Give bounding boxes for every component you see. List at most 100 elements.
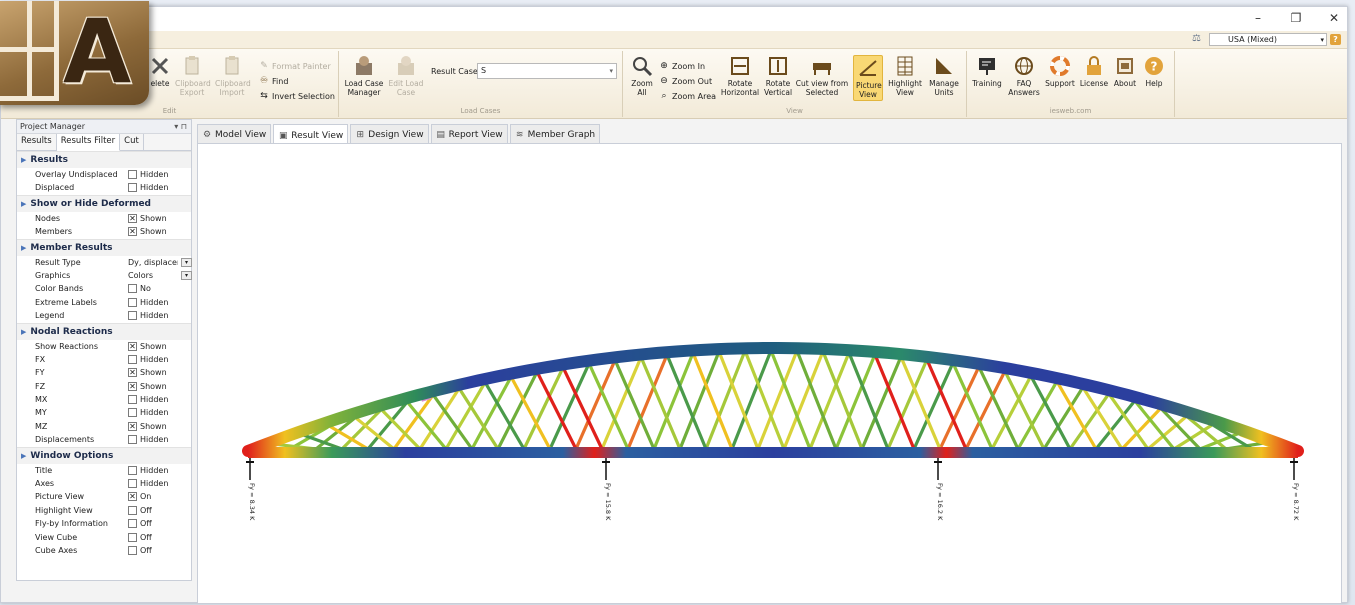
pin-icon[interactable]: ▾ ⊓ [174, 120, 187, 133]
tab-model-view[interactable]: ⚙ Model View [197, 124, 272, 143]
result-view-canvas[interactable]: Fy = 8.34 K Fy = 15.8 K Fy = 16.2 K Fy = 8.… [197, 143, 1342, 604]
checkbox[interactable] [128, 532, 137, 542]
clipboard-export-button[interactable]: Clipboard Export [175, 55, 211, 97]
tab-label: Model View [215, 130, 267, 140]
support-button[interactable]: Support [1043, 55, 1077, 88]
checkbox[interactable] [128, 505, 137, 515]
property-row: FX Hidden [17, 353, 191, 366]
format-painter-button[interactable]: ✎ Format Painter [259, 61, 331, 71]
section-member-results[interactable]: ▶ Member Results [17, 238, 191, 256]
property-row: Result Type Dy, displacem▾ [17, 256, 192, 269]
property-label: Highlight View [35, 505, 93, 515]
panel-tab-results[interactable]: Results [17, 134, 57, 150]
expand-arrow-icon[interactable]: ▶ [21, 452, 26, 460]
help-button[interactable]: ? Help [1141, 55, 1167, 88]
property-value-text: Off [140, 532, 152, 542]
bottom-chord[interactable] [248, 447, 1298, 458]
section-show-or-hide-deformed[interactable]: ▶ Show or Hide Deformed [17, 194, 191, 212]
zoom-area-button[interactable]: ⌕ Zoom Area [659, 91, 716, 101]
rotate-vertical-button[interactable]: Rotate Vertical [763, 55, 793, 97]
edit-load-case-button[interactable]: Edit Load Case [387, 55, 425, 97]
checkbox[interactable] [128, 479, 137, 489]
checkbox[interactable] [128, 465, 137, 475]
group-label-view: View [786, 107, 803, 115]
checkbox[interactable] [128, 170, 137, 179]
expand-arrow-icon[interactable]: ▶ [21, 328, 26, 336]
checkbox[interactable] [128, 435, 137, 445]
group-label-edit: Edit [162, 107, 177, 115]
tab-icon: ⚙ [202, 130, 212, 140]
faq-button[interactable]: FAQ Answers [1007, 55, 1041, 97]
section-window-options[interactable]: ▶ Window Options [17, 446, 191, 464]
checkbox[interactable] [128, 395, 137, 405]
tab-label: Member Graph [527, 130, 596, 140]
property-row: Title Hidden [17, 464, 191, 477]
checkbox[interactable] [128, 183, 137, 193]
checkbox[interactable] [128, 519, 137, 529]
tab-member-graph[interactable]: ≋ Member Graph [509, 124, 601, 143]
clipboard-import-button[interactable]: Clipboard Import [215, 55, 251, 97]
checkbox[interactable]: ✕ [128, 381, 137, 391]
dropdown-arrow-icon[interactable]: ▾ [181, 270, 192, 280]
checkbox[interactable]: ✕ [128, 227, 137, 237]
delete-button[interactable]: elete [149, 55, 171, 88]
result-case-select[interactable]: S ▾ [477, 63, 617, 79]
checkbox[interactable] [128, 408, 137, 418]
checkbox[interactable] [128, 354, 137, 364]
about-button[interactable]: About [1111, 55, 1139, 88]
tab-report-view[interactable]: ▤ Report View [430, 124, 508, 143]
section-results[interactable]: ▶ Results [17, 151, 191, 168]
tab-result-view[interactable]: ▣ Result View [273, 124, 349, 144]
load-case-manager-button[interactable]: Load Case Manager [343, 55, 385, 97]
property-row: Graphics Colors ▾ [17, 269, 192, 282]
maximize-button[interactable]: ❐ [1289, 11, 1303, 25]
support-reaction: Fy = 8.72 K [1290, 458, 1300, 521]
property-value-text: Hidden [140, 465, 169, 475]
section-nodal-reactions[interactable]: ▶ Nodal Reactions [17, 322, 191, 340]
units-select[interactable]: ⚖ USA (Mixed) ▾ [1192, 33, 1327, 46]
checkbox[interactable] [128, 297, 137, 307]
training-button[interactable]: Training [971, 55, 1003, 88]
checkbox[interactable]: ✕ [128, 213, 137, 223]
expand-arrow-icon[interactable]: ▶ [21, 200, 26, 208]
checkbox[interactable] [128, 284, 137, 294]
license-button[interactable]: License [1079, 55, 1109, 88]
invert-selection-button[interactable]: ⇆ Invert Selection [259, 91, 335, 101]
minimize-button[interactable]: – [1251, 11, 1265, 25]
dropdown-arrow-icon[interactable]: ▾ [181, 257, 192, 267]
property-value-text: Hidden [140, 479, 169, 489]
ribbon-group-iesweb: Training FAQ Answers Support License Abo… [967, 51, 1175, 117]
picture-view-button[interactable]: Picture View [853, 55, 883, 101]
find-button[interactable]: ♾ Find [259, 76, 288, 86]
zoom-in-button[interactable]: ⊕ Zoom In [659, 61, 705, 71]
group-label-load-cases: Load Cases [460, 107, 501, 115]
truss-model: Fy = 8.34 K Fy = 15.8 K Fy = 16.2 K Fy = 8.… [242, 342, 1304, 521]
tab-design-view[interactable]: ⊞ Design View [350, 124, 429, 143]
zoom-out-button[interactable]: ⊖ Zoom Out [659, 76, 712, 86]
rotate-horizontal-button[interactable]: Rotate Horizontal [719, 55, 761, 97]
expand-arrow-icon[interactable]: ▶ [21, 156, 26, 164]
property-row: Legend Hidden [17, 309, 191, 322]
property-label: Graphics [35, 270, 71, 280]
checkbox[interactable]: ✕ [128, 341, 137, 351]
checkbox[interactable]: ✕ [128, 492, 137, 502]
checkbox[interactable]: ✕ [128, 368, 137, 378]
panel-tab-results-filter[interactable]: Results Filter [56, 134, 121, 151]
property-value: Hidden [128, 433, 168, 446]
checkbox[interactable]: ✕ [128, 421, 137, 431]
close-button[interactable]: ✕ [1327, 11, 1341, 25]
binoculars-icon: ♾ [259, 76, 269, 86]
highlight-view-button[interactable]: Highlight View [887, 55, 923, 97]
panel-tab-cut[interactable]: Cut [120, 134, 144, 150]
cut-view-button[interactable]: Cut view from Selected [795, 55, 849, 97]
manage-units-button[interactable]: Manage Units [927, 55, 961, 97]
property-value-text: Shown [140, 381, 167, 391]
zoom-all-button[interactable]: Zoom All [627, 55, 657, 97]
reaction-label: Fy = 8.34 K [248, 483, 256, 521]
checkbox[interactable] [128, 311, 137, 321]
help-mini-icon[interactable]: ? [1330, 34, 1341, 45]
training-icon [979, 58, 995, 75]
checkbox[interactable] [128, 545, 137, 555]
expand-arrow-icon[interactable]: ▶ [21, 244, 26, 252]
property-value-text: Hidden [140, 395, 169, 405]
